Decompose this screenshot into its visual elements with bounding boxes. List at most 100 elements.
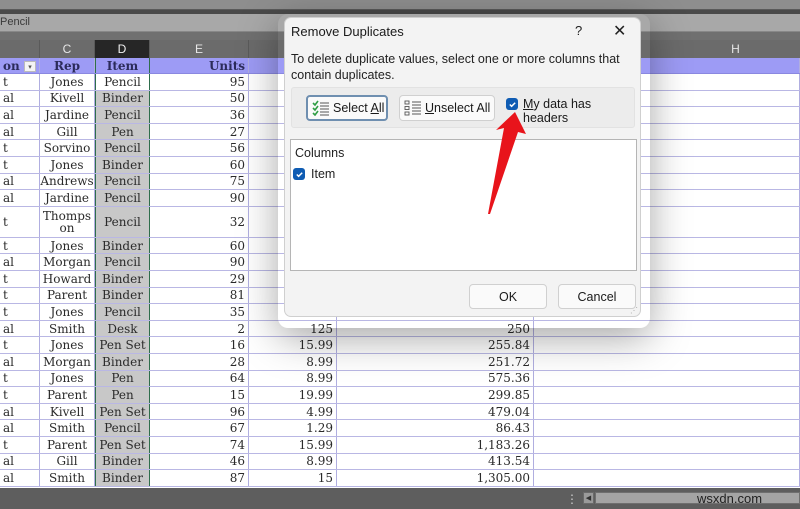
cell-units[interactable]: 90 [150,190,249,206]
scroll-left-button[interactable]: ◀ [583,492,594,504]
cell-unit-cost[interactable]: 8.99 [249,370,337,387]
cell-region[interactable]: t [0,437,40,453]
cell-region[interactable]: al [0,470,40,486]
cell-total[interactable]: 86.43 [337,420,534,436]
cell-unit-cost[interactable]: 15 [249,470,337,486]
cell-region[interactable]: al [0,123,40,140]
my-data-has-headers-label[interactable]: My data has headers [523,97,634,125]
cell-item[interactable]: Pencil [95,254,150,270]
column-option-item[interactable]: Item [293,167,335,181]
cell-region[interactable]: t [0,304,40,320]
cell-item[interactable]: Pen [95,370,150,387]
cell-units[interactable]: 81 [150,287,249,304]
cell-region[interactable]: t [0,271,40,287]
cell-region[interactable]: al [0,254,40,270]
cell-rep[interactable]: Parent [40,437,95,453]
cell-rep[interactable]: Andrews [40,173,95,190]
column-header-b[interactable] [0,40,40,58]
cell-region[interactable]: al [0,354,40,370]
header-cell-rep[interactable]: Rep [40,58,95,73]
cell--blank[interactable] [534,354,800,370]
unselect-all-button[interactable]: Unselect All [399,95,495,121]
cell-unit-cost[interactable]: 8.99 [249,354,337,370]
cell-item[interactable]: Pen [95,123,150,140]
cell-total[interactable]: 299.85 [337,387,534,403]
cell-rep[interactable]: Smith [40,420,95,436]
cell-total[interactable]: 479.04 [337,403,534,420]
cell-item[interactable]: Binder [95,237,150,254]
cell-item[interactable]: Pencil [95,190,150,206]
cell--blank[interactable] [534,420,800,436]
cell-item[interactable]: Desk [95,320,150,337]
cancel-button[interactable]: Cancel [558,284,636,309]
cell-item[interactable]: Binder [95,470,150,486]
cell-item[interactable]: Binder [95,354,150,370]
filter-dropdown-icon[interactable]: ▾ [24,61,36,72]
cell-total[interactable]: 413.54 [337,453,534,470]
cell-item[interactable]: Pencil [95,74,150,90]
cell-units[interactable]: 46 [150,453,249,470]
cell-item[interactable]: Pen Set [95,403,150,420]
cell-rep[interactable]: Jones [40,370,95,387]
cell-units[interactable]: 56 [150,140,249,156]
columns-list[interactable]: Columns Item [290,139,637,271]
cell-rep[interactable]: Jones [40,237,95,254]
cell-region[interactable]: t [0,206,40,237]
cell-item[interactable]: Binder [95,287,150,304]
sheet-tab-splitter[interactable]: ⋮ [566,492,578,506]
cell-unit-cost[interactable]: 15.99 [249,337,337,353]
cell-rep[interactable]: Jones [40,74,95,90]
cell-item[interactable]: Pencil [95,304,150,320]
cell-rep[interactable]: Kivell [40,403,95,420]
cell-region[interactable]: al [0,320,40,337]
cell-unit-cost[interactable]: 15.99 [249,437,337,453]
column-item-checkbox[interactable] [293,168,305,180]
cell-unit-cost[interactable]: 4.99 [249,403,337,420]
cell-region[interactable]: t [0,74,40,90]
cell-total[interactable]: 255.84 [337,337,534,353]
cell-units[interactable]: 2 [150,320,249,337]
cell-units[interactable]: 74 [150,437,249,453]
cell-unit-cost[interactable]: 1.29 [249,420,337,436]
column-header-h[interactable]: H [641,40,800,58]
cell-units[interactable]: 64 [150,370,249,387]
cell-region[interactable]: al [0,107,40,123]
cell-rep[interactable]: Jardine [40,107,95,123]
cell-item[interactable]: Pen Set [95,437,150,453]
cell-region[interactable]: t [0,287,40,304]
cell-item[interactable]: Pen Set [95,337,150,353]
cell-region[interactable]: t [0,157,40,173]
cell-unit-cost[interactable]: 19.99 [249,387,337,403]
cell-units[interactable]: 50 [150,90,249,107]
cell-units[interactable]: 32 [150,206,249,237]
cell-item[interactable]: Pencil [95,420,150,436]
resize-grip-icon[interactable]: ⋰ [630,306,638,315]
cell-units[interactable]: 27 [150,123,249,140]
cell-rep[interactable]: Jardine [40,190,95,206]
cell-units[interactable]: 16 [150,337,249,353]
cell-item[interactable]: Pencil [95,206,150,237]
cell-units[interactable]: 36 [150,107,249,123]
cell-rep[interactable]: Smith [40,320,95,337]
cell-total[interactable]: 575.36 [337,370,534,387]
cell-units[interactable]: 60 [150,237,249,254]
cell-rep[interactable]: Sorvino [40,140,95,156]
cell-units[interactable]: 96 [150,403,249,420]
cell-units[interactable]: 15 [150,387,249,403]
cell-region[interactable]: t [0,140,40,156]
close-icon[interactable]: ✕ [613,21,626,41]
cell-rep[interactable]: Smith [40,470,95,486]
column-header-d[interactable]: D [95,40,150,58]
cell-units[interactable]: 67 [150,420,249,436]
cell-region[interactable]: al [0,403,40,420]
cell-rep[interactable]: Thompson [40,206,95,237]
cell-total[interactable]: 1,305.00 [337,470,534,486]
cell-units[interactable]: 35 [150,304,249,320]
cell-item[interactable]: Pencil [95,140,150,156]
ok-button[interactable]: OK [469,284,547,309]
cell-units[interactable]: 29 [150,271,249,287]
cell-region[interactable]: t [0,337,40,353]
column-header-e[interactable]: E [150,40,249,58]
cell--blank[interactable] [534,437,800,453]
header-cell-region[interactable]: on ▾ [0,58,40,73]
